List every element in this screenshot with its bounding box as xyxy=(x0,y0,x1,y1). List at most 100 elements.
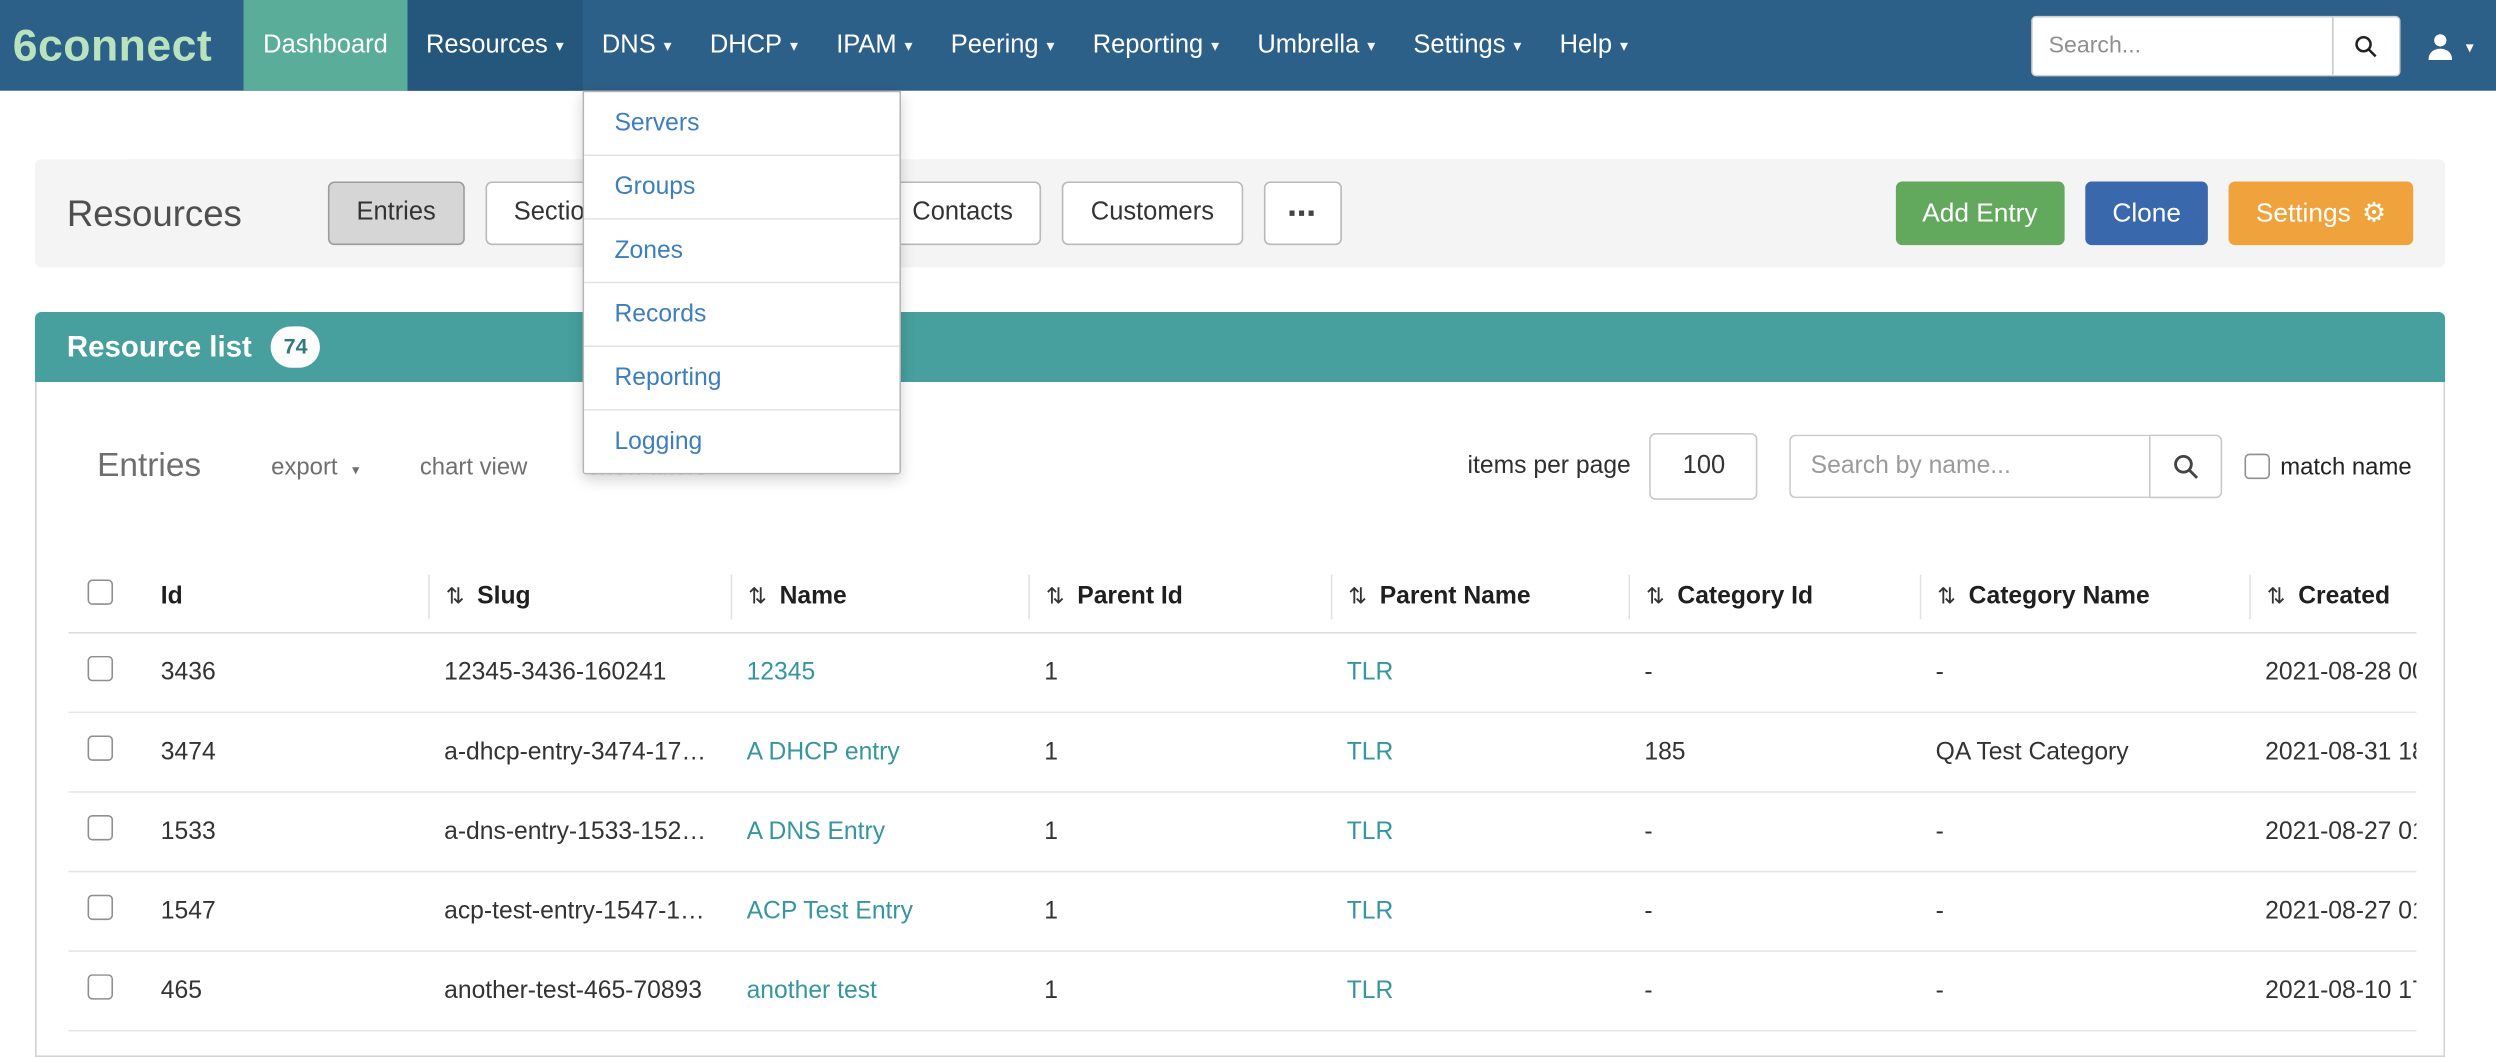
nav-item-label: IPAM xyxy=(836,31,896,60)
match-name-checkbox[interactable] xyxy=(2245,454,2270,479)
row-checkbox[interactable] xyxy=(88,656,113,681)
parent-link[interactable]: TLR xyxy=(1347,658,1394,685)
cell-parent-name: TLR xyxy=(1331,817,1629,846)
row-select-cell xyxy=(68,974,144,1007)
column-header-parent-name[interactable]: ⇅ Parent Name xyxy=(1331,574,1629,619)
items-per-page-input[interactable] xyxy=(1650,433,1758,500)
cell-parent-id: 1 xyxy=(1028,897,1330,926)
global-search-button[interactable] xyxy=(2332,17,2399,74)
cell-slug: acp-test-entry-1547-1… xyxy=(428,897,730,926)
resource-list-title: Resource list xyxy=(67,330,252,365)
column-header-name[interactable]: ⇅ Name xyxy=(731,574,1029,619)
app-logo: 6connect xyxy=(0,0,244,91)
cell-created: 2021-08-27 01 xyxy=(2249,897,2416,926)
nav-item-label: DHCP xyxy=(710,31,782,60)
settings-button[interactable]: Settings ⚙ xyxy=(2229,181,2413,245)
nav-item-ipam[interactable]: IPAM ▾ xyxy=(817,0,932,91)
entry-link[interactable]: ACP Test Entry xyxy=(747,897,913,924)
nav-item-dashboard[interactable]: Dashboard xyxy=(244,0,407,91)
user-icon xyxy=(2423,28,2458,63)
column-label: Parent Id xyxy=(1077,582,1183,611)
parent-link[interactable]: TLR xyxy=(1347,977,1394,1004)
cell-category-name: - xyxy=(1920,658,2250,687)
tab-entries[interactable]: Entries xyxy=(328,181,465,245)
name-search-button[interactable] xyxy=(2150,435,2223,499)
menu-item-logging[interactable]: Logging xyxy=(584,411,899,473)
toolbar-right: items per page match name xyxy=(1468,433,2412,500)
chevron-down-icon: ▾ xyxy=(2466,39,2474,57)
cell-slug: 12345-3436-160241 xyxy=(428,658,730,687)
nav-item-reporting[interactable]: Reporting ▾ xyxy=(1074,0,1239,91)
column-label: Id xyxy=(161,582,183,611)
global-search-input[interactable] xyxy=(2033,18,2332,72)
row-checkbox[interactable] xyxy=(88,735,113,760)
chart-view-link[interactable]: chart view xyxy=(420,453,527,480)
entry-link[interactable]: another test xyxy=(747,977,877,1004)
nav-item-settings[interactable]: Settings ▾ xyxy=(1394,0,1540,91)
table-header-row: Id ⇅ Slug ⇅ Name ⇅ Parent Id ⇅ Parent Na… xyxy=(68,560,2416,633)
export-dropdown[interactable]: export ▾ xyxy=(271,453,359,480)
entry-link[interactable]: A DHCP entry xyxy=(747,738,900,765)
chevron-down-icon: ▾ xyxy=(1047,38,1055,56)
cell-name: another test xyxy=(731,977,1029,1006)
nav-item-peering[interactable]: Peering ▾ xyxy=(932,0,1074,91)
tab-more[interactable]: ⋯ xyxy=(1263,181,1341,245)
cell-category-name: - xyxy=(1920,897,2250,926)
cell-id: 465 xyxy=(145,977,428,1006)
entry-link[interactable]: A DNS Entry xyxy=(747,817,885,844)
column-label: Name xyxy=(780,582,847,611)
menu-item-records[interactable]: Records xyxy=(584,283,899,347)
parent-link[interactable]: TLR xyxy=(1347,897,1394,924)
row-checkbox[interactable] xyxy=(88,895,113,920)
table-row: 3436 12345-3436-160241 12345 1 TLR - - 2… xyxy=(68,634,2416,714)
add-entry-button[interactable]: Add Entry xyxy=(1895,181,2064,245)
column-header-parent-id[interactable]: ⇅ Parent Id xyxy=(1028,574,1330,619)
table-row: 1547 acp-test-entry-1547-1… ACP Test Ent… xyxy=(68,872,2416,952)
cell-category-id: 185 xyxy=(1628,738,1919,767)
column-header-category-id[interactable]: ⇅ Category Id xyxy=(1628,574,1919,619)
nav-item-help[interactable]: Help ▾ xyxy=(1541,0,1648,91)
sort-icon: ⇅ xyxy=(2267,583,2286,610)
select-all-checkbox[interactable] xyxy=(88,579,113,604)
cell-name: 12345 xyxy=(731,658,1029,687)
search-icon xyxy=(2353,33,2378,58)
column-header-created[interactable]: ⇅ Created xyxy=(2249,574,2416,619)
page-title: Resources xyxy=(67,192,242,235)
cell-id: 3474 xyxy=(145,738,428,767)
menu-item-groups[interactable]: Groups xyxy=(584,156,899,220)
row-checkbox[interactable] xyxy=(88,815,113,840)
sort-icon: ⇅ xyxy=(748,583,767,610)
column-header-category-name[interactable]: ⇅ Category Name xyxy=(1920,574,2250,619)
row-select-cell xyxy=(68,656,144,689)
nav-item-umbrella[interactable]: Umbrella ▾ xyxy=(1238,0,1394,91)
menu-item-zones[interactable]: Zones xyxy=(584,220,899,284)
cell-category-id: - xyxy=(1628,817,1919,846)
column-header-slug[interactable]: ⇅ Slug xyxy=(428,574,730,619)
menu-item-reporting[interactable]: Reporting xyxy=(584,347,899,411)
nav-item-resources[interactable]: Resources ▾ xyxy=(407,0,583,91)
nav-item-dns[interactable]: DNS ▾ xyxy=(583,0,691,91)
row-checkbox[interactable] xyxy=(88,974,113,999)
cell-category-id: - xyxy=(1628,897,1919,926)
row-select-cell xyxy=(68,815,144,848)
name-search-input[interactable] xyxy=(1790,435,2150,499)
user-menu[interactable]: ▾ xyxy=(2423,28,2474,63)
sort-icon: ⇅ xyxy=(446,583,465,610)
chevron-down-icon: ▾ xyxy=(905,38,913,56)
nav-item-dhcp[interactable]: DHCP ▾ xyxy=(691,0,817,91)
tab-contacts[interactable]: Contacts xyxy=(884,181,1042,245)
parent-link[interactable]: TLR xyxy=(1347,817,1394,844)
entry-link[interactable]: 12345 xyxy=(747,658,816,685)
tab-customers[interactable]: Customers xyxy=(1062,181,1242,245)
dns-dropdown-menu: Servers Groups Zones Records Reporting L… xyxy=(583,91,901,475)
select-all-cell xyxy=(68,579,144,612)
sort-icon: ⇅ xyxy=(1646,583,1665,610)
clone-button[interactable]: Clone xyxy=(2085,181,2208,245)
parent-link[interactable]: TLR xyxy=(1347,738,1394,765)
cell-category-name: - xyxy=(1920,817,2250,846)
menu-item-servers[interactable]: Servers xyxy=(584,92,899,156)
cell-created: 2021-08-28 00 xyxy=(2249,658,2416,687)
table-row: 3474 a-dhcp-entry-3474-17… A DHCP entry … xyxy=(68,713,2416,793)
sort-icon: ⇅ xyxy=(1046,583,1065,610)
cell-id: 1533 xyxy=(145,817,428,846)
